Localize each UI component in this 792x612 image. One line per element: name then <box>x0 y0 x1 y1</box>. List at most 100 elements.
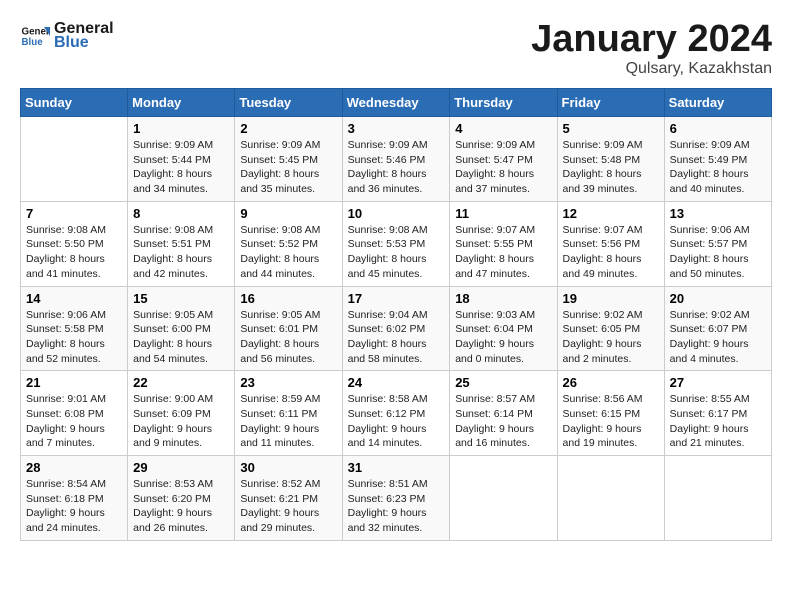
day-cell: 12Sunrise: 9:07 AM Sunset: 5:56 PM Dayli… <box>557 201 664 286</box>
day-cell: 18 Sunrise: 9:03 AM Sunset: 6:04 PM Dayli… <box>450 286 557 371</box>
day-cell: 31 Sunrise: 8:51 AM Sunset: 6:23 PM Dayli… <box>342 456 450 541</box>
day-number: 2 <box>240 121 336 136</box>
day-number: 24 <box>348 375 445 390</box>
header-thursday: Thursday <box>450 89 557 117</box>
day-number: 21 <box>26 375 122 390</box>
week-row-5: 28Sunrise: 8:54 AM Sunset: 6:18 PM Dayli… <box>21 456 772 541</box>
day-number: 7 <box>26 206 122 221</box>
day-info: Sunrise: 9:08 AM Sunset: 5:53 PM Dayligh… <box>348 223 445 282</box>
header-sunday: Sunday <box>21 89 128 117</box>
week-row-1: 1 Sunrise: 9:09 AM Sunset: 5:44 PM Daylig… <box>21 117 772 202</box>
day-info: Sunrise: 9:08 AM Sunset: 5:51 PM Dayligh… <box>133 223 229 282</box>
week-row-2: 7 Sunrise: 9:08 AM Sunset: 5:50 PM Daylig… <box>21 201 772 286</box>
header-monday: Monday <box>128 89 235 117</box>
day-info: Sunrise: 9:09 AM Sunset: 5:47 PM Dayligh… <box>455 138 551 197</box>
day-cell: 9 Sunrise: 9:08 AM Sunset: 5:52 PM Daylig… <box>235 201 342 286</box>
calendar-title: January 2024 <box>531 20 772 58</box>
day-cell: 29 Sunrise: 8:53 AM Sunset: 6:20 PM Dayli… <box>128 456 235 541</box>
day-number: 27 <box>670 375 766 390</box>
day-info: Sunrise: 9:04 AM Sunset: 6:02 PM Dayligh… <box>348 308 445 367</box>
day-number: 9 <box>240 206 336 221</box>
day-cell: 5 Sunrise: 9:09 AM Sunset: 5:48 PM Daylig… <box>557 117 664 202</box>
day-cell: 27 Sunrise: 8:55 AM Sunset: 6:17 PM Dayli… <box>664 371 771 456</box>
week-row-3: 14 Sunrise: 9:06 AM Sunset: 5:58 PM Dayli… <box>21 286 772 371</box>
page-header: General Blue General Blue January 2024 Q… <box>20 20 772 78</box>
header-friday: Friday <box>557 89 664 117</box>
day-info: Sunrise: 9:00 AM Sunset: 6:09 PM Dayligh… <box>133 392 229 451</box>
logo-icon: General Blue <box>20 21 50 51</box>
day-cell: 8 Sunrise: 9:08 AM Sunset: 5:51 PM Daylig… <box>128 201 235 286</box>
day-info: Sunrise: 9:09 AM Sunset: 5:49 PM Dayligh… <box>670 138 766 197</box>
day-info: Sunrise: 8:53 AM Sunset: 6:20 PM Dayligh… <box>133 477 229 536</box>
day-info: Sunrise: 9:06 AM Sunset: 5:58 PM Dayligh… <box>26 308 122 367</box>
day-info: Sunrise: 8:56 AM Sunset: 6:15 PM Dayligh… <box>563 392 659 451</box>
day-number: 1 <box>133 121 229 136</box>
day-number: 31 <box>348 460 445 475</box>
day-info: Sunrise: 9:09 AM Sunset: 5:46 PM Dayligh… <box>348 138 445 197</box>
day-info: Sunrise: 9:01 AM Sunset: 6:08 PM Dayligh… <box>26 392 122 451</box>
day-cell: 7 Sunrise: 9:08 AM Sunset: 5:50 PM Daylig… <box>21 201 128 286</box>
day-cell: 21 Sunrise: 9:01 AM Sunset: 6:08 PM Dayli… <box>21 371 128 456</box>
day-info: Sunrise: 9:09 AM Sunset: 5:48 PM Dayligh… <box>563 138 659 197</box>
day-cell: 30 Sunrise: 8:52 AM Sunset: 6:21 PM Dayli… <box>235 456 342 541</box>
day-cell: 4Sunrise: 9:09 AM Sunset: 5:47 PM Daylig… <box>450 117 557 202</box>
day-cell: 2Sunrise: 9:09 AM Sunset: 5:45 PM Daylig… <box>235 117 342 202</box>
day-info: Sunrise: 9:02 AM Sunset: 6:07 PM Dayligh… <box>670 308 766 367</box>
day-info: Sunrise: 9:08 AM Sunset: 5:52 PM Dayligh… <box>240 223 336 282</box>
day-cell: 17 Sunrise: 9:04 AM Sunset: 6:02 PM Dayli… <box>342 286 450 371</box>
day-cell: 11Sunrise: 9:07 AM Sunset: 5:55 PM Dayli… <box>450 201 557 286</box>
day-info: Sunrise: 9:02 AM Sunset: 6:05 PM Dayligh… <box>563 308 659 367</box>
day-cell: 23 Sunrise: 8:59 AM Sunset: 6:11 PM Dayli… <box>235 371 342 456</box>
day-info: Sunrise: 9:03 AM Sunset: 6:04 PM Dayligh… <box>455 308 551 367</box>
day-cell: 20 Sunrise: 9:02 AM Sunset: 6:07 PM Dayli… <box>664 286 771 371</box>
day-info: Sunrise: 9:05 AM Sunset: 6:00 PM Dayligh… <box>133 308 229 367</box>
day-cell: 16Sunrise: 9:05 AM Sunset: 6:01 PM Dayli… <box>235 286 342 371</box>
title-block: January 2024 Qulsary, Kazakhstan <box>531 20 772 78</box>
logo-line2: Blue <box>54 34 114 52</box>
day-number: 18 <box>455 291 551 306</box>
day-cell: 3 Sunrise: 9:09 AM Sunset: 5:46 PM Daylig… <box>342 117 450 202</box>
day-cell <box>450 456 557 541</box>
day-number: 10 <box>348 206 445 221</box>
day-number: 19 <box>563 291 659 306</box>
day-info: Sunrise: 8:57 AM Sunset: 6:14 PM Dayligh… <box>455 392 551 451</box>
calendar-table: SundayMondayTuesdayWednesdayThursdayFrid… <box>20 88 772 541</box>
day-number: 23 <box>240 375 336 390</box>
logo: General Blue General Blue <box>20 20 114 52</box>
day-number: 30 <box>240 460 336 475</box>
day-info: Sunrise: 9:09 AM Sunset: 5:44 PM Dayligh… <box>133 138 229 197</box>
day-number: 14 <box>26 291 122 306</box>
day-cell: 24 Sunrise: 8:58 AM Sunset: 6:12 PM Dayli… <box>342 371 450 456</box>
day-info: Sunrise: 8:58 AM Sunset: 6:12 PM Dayligh… <box>348 392 445 451</box>
day-number: 12 <box>563 206 659 221</box>
day-info: Sunrise: 9:06 AM Sunset: 5:57 PM Dayligh… <box>670 223 766 282</box>
day-number: 8 <box>133 206 229 221</box>
day-info: Sunrise: 8:59 AM Sunset: 6:11 PM Dayligh… <box>240 392 336 451</box>
day-info: Sunrise: 8:55 AM Sunset: 6:17 PM Dayligh… <box>670 392 766 451</box>
header-row: SundayMondayTuesdayWednesdayThursdayFrid… <box>21 89 772 117</box>
day-number: 5 <box>563 121 659 136</box>
day-cell: 15 Sunrise: 9:05 AM Sunset: 6:00 PM Dayli… <box>128 286 235 371</box>
day-info: Sunrise: 8:54 AM Sunset: 6:18 PM Dayligh… <box>26 477 122 536</box>
day-cell <box>557 456 664 541</box>
day-number: 25 <box>455 375 551 390</box>
day-cell: 28Sunrise: 8:54 AM Sunset: 6:18 PM Dayli… <box>21 456 128 541</box>
day-cell: 14 Sunrise: 9:06 AM Sunset: 5:58 PM Dayli… <box>21 286 128 371</box>
day-number: 17 <box>348 291 445 306</box>
day-info: Sunrise: 8:51 AM Sunset: 6:23 PM Dayligh… <box>348 477 445 536</box>
calendar-subtitle: Qulsary, Kazakhstan <box>531 60 772 78</box>
day-info: Sunrise: 8:52 AM Sunset: 6:21 PM Dayligh… <box>240 477 336 536</box>
day-number: 26 <box>563 375 659 390</box>
header-saturday: Saturday <box>664 89 771 117</box>
header-wednesday: Wednesday <box>342 89 450 117</box>
week-row-4: 21 Sunrise: 9:01 AM Sunset: 6:08 PM Dayli… <box>21 371 772 456</box>
day-cell <box>21 117 128 202</box>
day-number: 15 <box>133 291 229 306</box>
day-number: 29 <box>133 460 229 475</box>
day-cell <box>664 456 771 541</box>
day-cell: 10 Sunrise: 9:08 AM Sunset: 5:53 PM Dayli… <box>342 201 450 286</box>
day-info: Sunrise: 9:08 AM Sunset: 5:50 PM Dayligh… <box>26 223 122 282</box>
day-number: 3 <box>348 121 445 136</box>
day-cell: 19 Sunrise: 9:02 AM Sunset: 6:05 PM Dayli… <box>557 286 664 371</box>
day-number: 20 <box>670 291 766 306</box>
